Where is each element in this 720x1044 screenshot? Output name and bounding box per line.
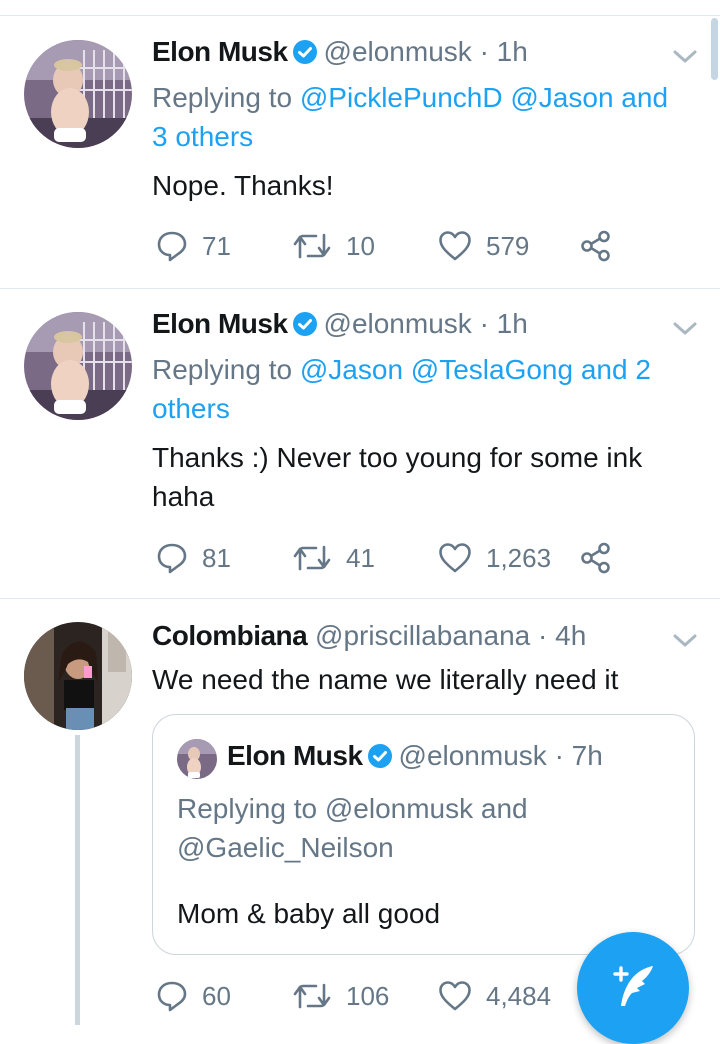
scrollbar-thumb[interactable] (711, 18, 718, 80)
reply-button[interactable]: 71 (156, 226, 231, 266)
display-name[interactable]: Colombiana (152, 620, 308, 651)
retweet-count: 10 (346, 230, 375, 261)
verified-badge-icon (292, 311, 318, 337)
avatar[interactable] (24, 312, 132, 420)
chevron-down-icon[interactable] (672, 632, 698, 650)
reply-icon (156, 980, 188, 1012)
reply-count: 71 (202, 230, 231, 261)
retweet-icon (292, 981, 332, 1011)
replying-others[interactable]: others (152, 393, 230, 424)
tweet-text-line: Thanks :) Never too young for some ink (152, 442, 643, 473)
reply-count: 60 (202, 980, 231, 1011)
quoted-display-name: Elon Musk (227, 740, 363, 771)
share-button[interactable] (580, 538, 612, 578)
like-button[interactable]: 1,263 (438, 538, 551, 578)
tweet-time: · 4h (538, 620, 587, 651)
reply-count: 81 (202, 542, 231, 573)
verified-badge-icon (292, 39, 318, 65)
replying-prefix: Replying to (152, 354, 293, 385)
thread-connector (75, 735, 80, 1025)
avatar[interactable] (24, 40, 132, 148)
replying-mentions[interactable]: @Jason @TeslaGong and 2 (300, 354, 651, 385)
reply-button[interactable]: 60 (156, 976, 231, 1016)
quoted-text: Mom & baby all good (177, 898, 441, 929)
quoted-handle: @elonmusk (398, 740, 547, 771)
tweet-time: · 1h (479, 308, 528, 339)
quoted-header: Elon Musk @elonmusk · 7h (227, 739, 603, 773)
tweet-text-line: We need the name we literally need it (152, 664, 619, 695)
replying-to: Replying to @PicklePunchD @Jason and 3 o… (152, 78, 702, 156)
user-handle[interactable]: @priscillabanana (315, 620, 530, 651)
display-name[interactable]: Elon Musk (152, 308, 288, 339)
retweet-button[interactable]: 41 (292, 538, 375, 578)
tweet-actions: 60 106 4,484 (152, 976, 632, 1016)
compose-tweet-button[interactable] (577, 932, 689, 1044)
share-icon (580, 230, 612, 262)
retweet-count: 41 (346, 542, 375, 573)
user-handle[interactable]: @elonmusk (324, 308, 472, 339)
like-button[interactable]: 579 (438, 226, 529, 266)
retweet-icon (292, 231, 332, 261)
tweet-text-line: haha (152, 481, 215, 512)
replying-others[interactable]: 3 others (152, 121, 253, 152)
replying-to: Replying to @Jason @TeslaGong and 2 othe… (152, 350, 702, 428)
quoted-replying-to: Replying to @elonmusk and @Gaelic_Neilso… (177, 789, 528, 867)
replying-mentions[interactable]: @PicklePunchD @Jason and (300, 82, 668, 113)
reply-icon (156, 542, 188, 574)
quoted-tweet[interactable]: Elon Musk @elonmusk · 7h Replying to @elo… (152, 714, 695, 955)
retweet-button[interactable]: 106 (292, 976, 389, 1016)
heart-icon (438, 980, 472, 1012)
tweet-text: Nope. Thanks! (152, 166, 692, 205)
heart-icon (438, 542, 472, 574)
quoted-avatar (177, 739, 217, 779)
tweet-actions: 71 10 579 (152, 226, 632, 266)
tweet-actions: 81 41 1,263 (152, 538, 632, 578)
tweet-text: Thanks :) Never too young for some ink h… (152, 438, 692, 516)
display-name[interactable]: Elon Musk (152, 36, 288, 67)
tweet-header: Elon Musk @elonmusk · 1h (152, 35, 528, 69)
tweet-header: Colombiana @priscillabanana · 4h (152, 619, 586, 653)
tweet-divider (0, 598, 720, 599)
verified-badge-icon (367, 743, 393, 769)
replying-prefix: Replying to (152, 82, 293, 113)
avatar[interactable] (24, 622, 132, 730)
user-handle[interactable]: @elonmusk (324, 36, 472, 67)
retweet-button[interactable]: 10 (292, 226, 375, 266)
chevron-down-icon[interactable] (672, 48, 698, 66)
like-count: 4,484 (486, 980, 552, 1011)
tweet-time: · 1h (479, 36, 528, 67)
reply-icon (156, 230, 188, 262)
share-icon (580, 542, 612, 574)
share-button[interactable] (580, 226, 612, 266)
reply-button[interactable]: 81 (156, 538, 231, 578)
retweet-icon (292, 543, 332, 573)
quoted-time: · 7h (554, 740, 603, 771)
tweet-header: Elon Musk @elonmusk · 1h (152, 307, 528, 341)
tweet-text-line: Nope. Thanks! (152, 170, 334, 201)
like-count: 1,263 (486, 542, 552, 573)
retweet-count: 106 (346, 980, 390, 1011)
tweet-divider (0, 288, 720, 289)
quoted-replying-line: Replying to @elonmusk and (177, 793, 528, 824)
heart-icon (438, 230, 472, 262)
tweet-text: We need the name we literally need it (152, 660, 692, 699)
like-count: 579 (486, 230, 530, 261)
quoted-replying-line: @Gaelic_Neilson (177, 832, 394, 863)
chevron-down-icon[interactable] (672, 320, 698, 338)
like-button[interactable]: 4,484 (438, 976, 551, 1016)
top-divider (0, 15, 720, 16)
